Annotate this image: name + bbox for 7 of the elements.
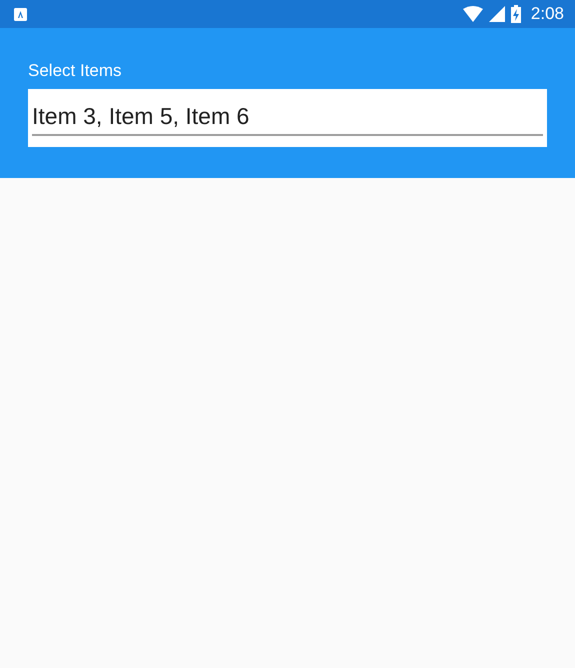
battery-icon <box>510 5 521 23</box>
field-label: Select Items <box>28 61 122 81</box>
clock-time: 2:08 <box>530 4 564 24</box>
notification-icon <box>14 8 27 20</box>
signal-icon <box>488 6 505 22</box>
select-field[interactable]: Item 3, Item 5, Item 6 <box>28 89 547 147</box>
wifi-icon <box>462 6 483 22</box>
